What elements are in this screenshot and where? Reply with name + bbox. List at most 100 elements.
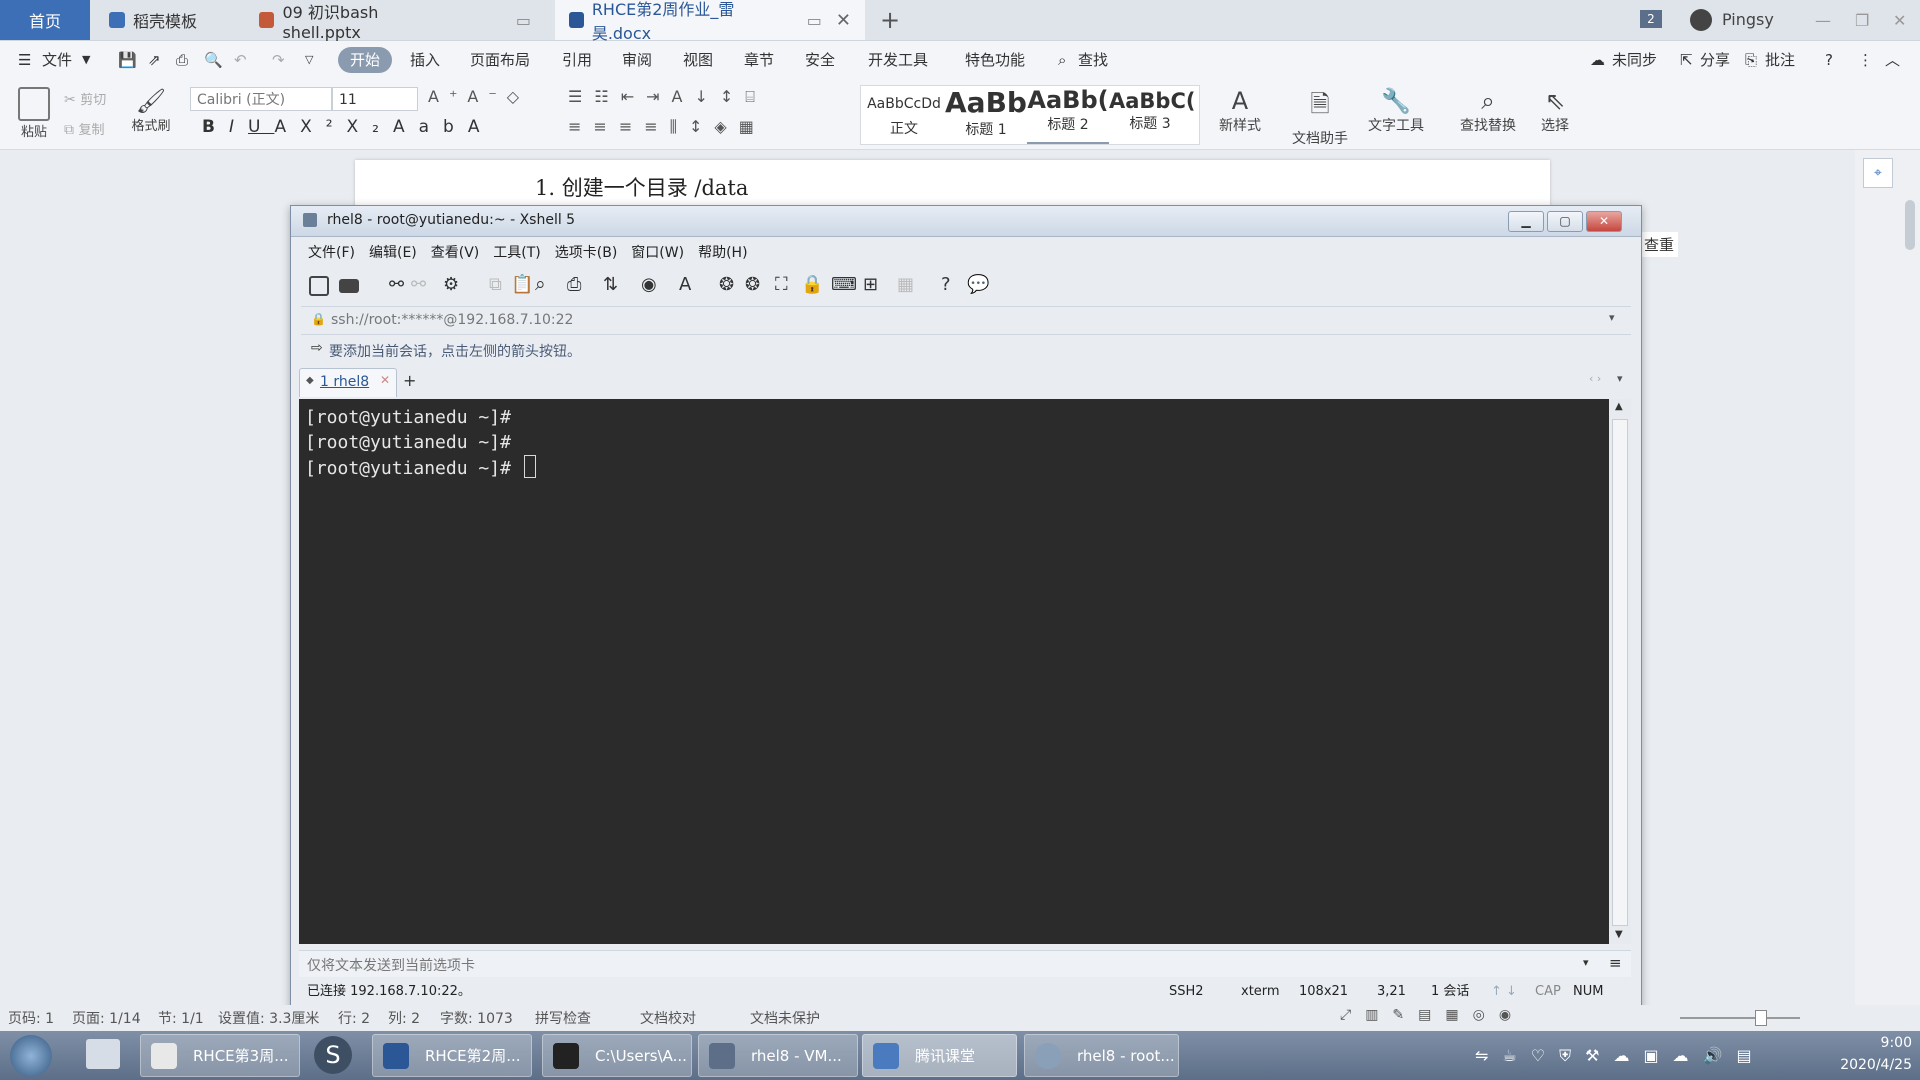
terminal-scrollbar[interactable]: ▲ ▼ xyxy=(1609,399,1631,944)
paste-icon[interactable]: 📋 xyxy=(511,274,533,295)
close-icon[interactable]: ✕ xyxy=(1586,211,1622,232)
explorer-pinned-icon[interactable] xyxy=(86,1039,120,1069)
menu-view[interactable]: 查看(V) xyxy=(424,240,487,266)
customize-chevron-icon[interactable]: ▽ xyxy=(305,41,313,79)
add-tab-button[interactable]: + xyxy=(880,6,900,34)
scroll-up-icon[interactable]: ▲ xyxy=(1615,401,1623,412)
compose-dropdown-icon[interactable]: ▾ xyxy=(1583,956,1589,969)
zoom-slider[interactable] xyxy=(1680,1017,1800,1019)
clock-date[interactable]: 2020/4/25 xyxy=(1812,1057,1912,1073)
arrow-icon[interactable]: ⇨ xyxy=(311,340,323,356)
find-icon[interactable]: ⌕ xyxy=(535,273,546,295)
session-address[interactable]: ssh://root:******@192.168.7.10:22 xyxy=(331,312,573,328)
xftp-icon[interactable]: ❂ xyxy=(719,274,734,295)
tab-list-icon[interactable]: ▾ xyxy=(1617,372,1623,385)
help-icon[interactable]: ? xyxy=(941,274,951,295)
copy-icon[interactable]: ⧉ xyxy=(489,274,502,295)
setting-value[interactable]: 设置值: 3.3厘米 xyxy=(218,1008,319,1028)
menu-security[interactable]: 安全 xyxy=(805,41,835,79)
format-painter-button[interactable]: 🖌 格式刷 xyxy=(126,87,176,134)
font-name-select[interactable]: Calibri (正文) xyxy=(190,87,332,111)
maximize-icon[interactable]: ▢ xyxy=(1547,211,1583,232)
menu-page-layout[interactable]: 页面布局 xyxy=(470,41,530,79)
tab-docx[interactable]: RHCE第2周作业_雷昊.docx ▭ ✕ xyxy=(555,0,865,43)
lock-icon[interactable]: 🔒 xyxy=(801,274,823,295)
compose-input[interactable]: 仅将文本发送到当前选项卡 xyxy=(307,955,475,975)
globe-icon[interactable]: ◉ xyxy=(641,274,657,295)
tab-docer-templates[interactable]: 稻壳模板 xyxy=(95,0,245,40)
taskbar-item-rhce3[interactable]: RHCE第3周... xyxy=(140,1034,300,1077)
save-icon[interactable]: 💾 xyxy=(118,41,137,79)
connect-icon[interactable]: ⚯ xyxy=(389,274,404,295)
paste-button[interactable]: 粘贴 xyxy=(14,87,54,140)
alignment-icons[interactable]: ≡≡≡≡⫼↕◈▦ xyxy=(568,117,766,137)
page-code[interactable]: 页码: 1 xyxy=(8,1008,54,1028)
document-scrollbar[interactable] xyxy=(1900,150,1920,1010)
session-tab-rhel8[interactable]: ◆ 1 rhel8 ✕ xyxy=(299,368,397,397)
text-tools-button[interactable]: 🔧 文字工具 xyxy=(1360,87,1432,135)
open-folder-icon[interactable] xyxy=(339,279,359,293)
chevron-down-icon[interactable]: ▼ xyxy=(82,41,90,79)
user-name[interactable]: Pingsy xyxy=(1722,10,1774,29)
pin-icon[interactable]: ▭ xyxy=(807,11,822,30)
export-icon[interactable]: ⇗ xyxy=(148,41,161,79)
location-pin-icon[interactable]: ⌖ xyxy=(1863,158,1893,188)
avatar[interactable] xyxy=(1690,9,1712,31)
fullscreen-icon[interactable]: ⛶ xyxy=(775,274,788,295)
doc-assistant-button[interactable]: 🗎 文档助手 xyxy=(1288,87,1352,148)
minimize-icon[interactable]: ▁ xyxy=(1508,211,1544,232)
disconnect-icon[interactable]: ⚯ xyxy=(411,274,426,295)
tab-home[interactable]: 首页 xyxy=(0,0,90,40)
start-button[interactable] xyxy=(10,1035,52,1077)
menu-insert[interactable]: 插入 xyxy=(410,41,440,79)
menu-developer[interactable]: 开发工具 xyxy=(868,41,928,79)
menu-references[interactable]: 引用 xyxy=(562,41,592,79)
scroll-down-icon[interactable]: ▼ xyxy=(1615,929,1623,940)
text-format-icons[interactable]: BIUAX²X₂AabA xyxy=(202,117,493,137)
font-grow-shrink-icons[interactable]: A⁺A⁻◇ xyxy=(428,87,529,106)
section-count[interactable]: 节: 1/1 xyxy=(158,1008,204,1028)
restore-icon[interactable]: ❐ xyxy=(1855,0,1869,40)
hamburger-icon[interactable]: ☰ xyxy=(18,41,31,79)
taskbar-item-tencent-class[interactable]: 腾讯课堂 xyxy=(862,1034,1017,1077)
style-heading-1[interactable]: AaBb 标题 1 xyxy=(945,86,1027,142)
search-icon[interactable]: ⌕ xyxy=(1058,41,1066,79)
taskbar-item-rhce2[interactable]: RHCE第2周... xyxy=(372,1034,532,1077)
xshell-title-bar[interactable]: rhel8 - root@yutianedu:~ - Xshell 5 ▁ ▢ … xyxy=(291,206,1641,237)
menu-window[interactable]: 窗口(W) xyxy=(624,240,691,266)
compose-menu-icon[interactable]: ≡ xyxy=(1609,954,1622,972)
style-heading-2[interactable]: AaBb( 标题 2 xyxy=(1027,86,1109,144)
address-dropdown-icon[interactable]: ▾ xyxy=(1609,311,1615,324)
system-tray-icons[interactable]: ⇋☕♡⛨⚒☁▣☁🔊▤ xyxy=(1475,1031,1766,1080)
share-button[interactable]: 分享 xyxy=(1700,41,1730,79)
properties-icon[interactable]: ⚙ xyxy=(443,274,459,295)
font-icon[interactable]: A xyxy=(679,274,691,295)
paragraph-list-icons[interactable]: ☰☷⇤⇥A↓↕⌸ xyxy=(568,87,767,107)
tab-scroll-icons[interactable]: ‹ › xyxy=(1589,372,1601,385)
menu-tabs[interactable]: 选项卡(B) xyxy=(548,240,625,266)
taskbar-item-cmd[interactable]: C:\Users\A... xyxy=(542,1034,692,1077)
menu-file[interactable]: 文件(F) xyxy=(301,240,362,266)
view-mode-icons[interactable]: ⤢▥✎▤▦◎◉ xyxy=(1340,1007,1525,1023)
close-tab-icon[interactable]: ✕ xyxy=(380,373,390,387)
check-duplicate-label[interactable]: 查重 xyxy=(1640,232,1679,257)
spell-check-button[interactable]: 拼写检查 xyxy=(535,1008,591,1028)
address-bar[interactable]: 🔒 ssh://root:******@192.168.7.10:22 ▾ xyxy=(301,306,1631,335)
window-count-badge[interactable]: 2 xyxy=(1640,10,1662,28)
menu-home[interactable]: 开始 xyxy=(338,47,393,73)
print-preview-icon[interactable]: 🔍 xyxy=(204,41,223,79)
close-window-icon[interactable]: ✕ xyxy=(1893,0,1906,40)
minimize-icon[interactable]: — xyxy=(1815,0,1831,40)
compose-bar[interactable]: 仅将文本发送到当前选项卡 ▾ ≡ xyxy=(299,950,1631,977)
menu-tools[interactable]: 工具(T) xyxy=(486,240,547,266)
menu-file[interactable]: 文件 xyxy=(42,41,72,79)
taskbar-item-vmware[interactable]: rhel8 - VM... xyxy=(698,1034,858,1077)
select-button[interactable]: ⇖ 选择 xyxy=(1530,87,1580,135)
keyboard-icon[interactable]: ⌨ xyxy=(831,274,857,295)
page-count[interactable]: 页面: 1/14 xyxy=(72,1008,141,1028)
new-session-icon[interactable] xyxy=(309,276,329,296)
add-icon[interactable]: ⊞ xyxy=(863,274,878,295)
menu-view[interactable]: 视图 xyxy=(683,41,713,79)
clock-time[interactable]: 9:00 xyxy=(1842,1035,1912,1051)
new-style-button[interactable]: A 新样式 xyxy=(1210,87,1270,135)
